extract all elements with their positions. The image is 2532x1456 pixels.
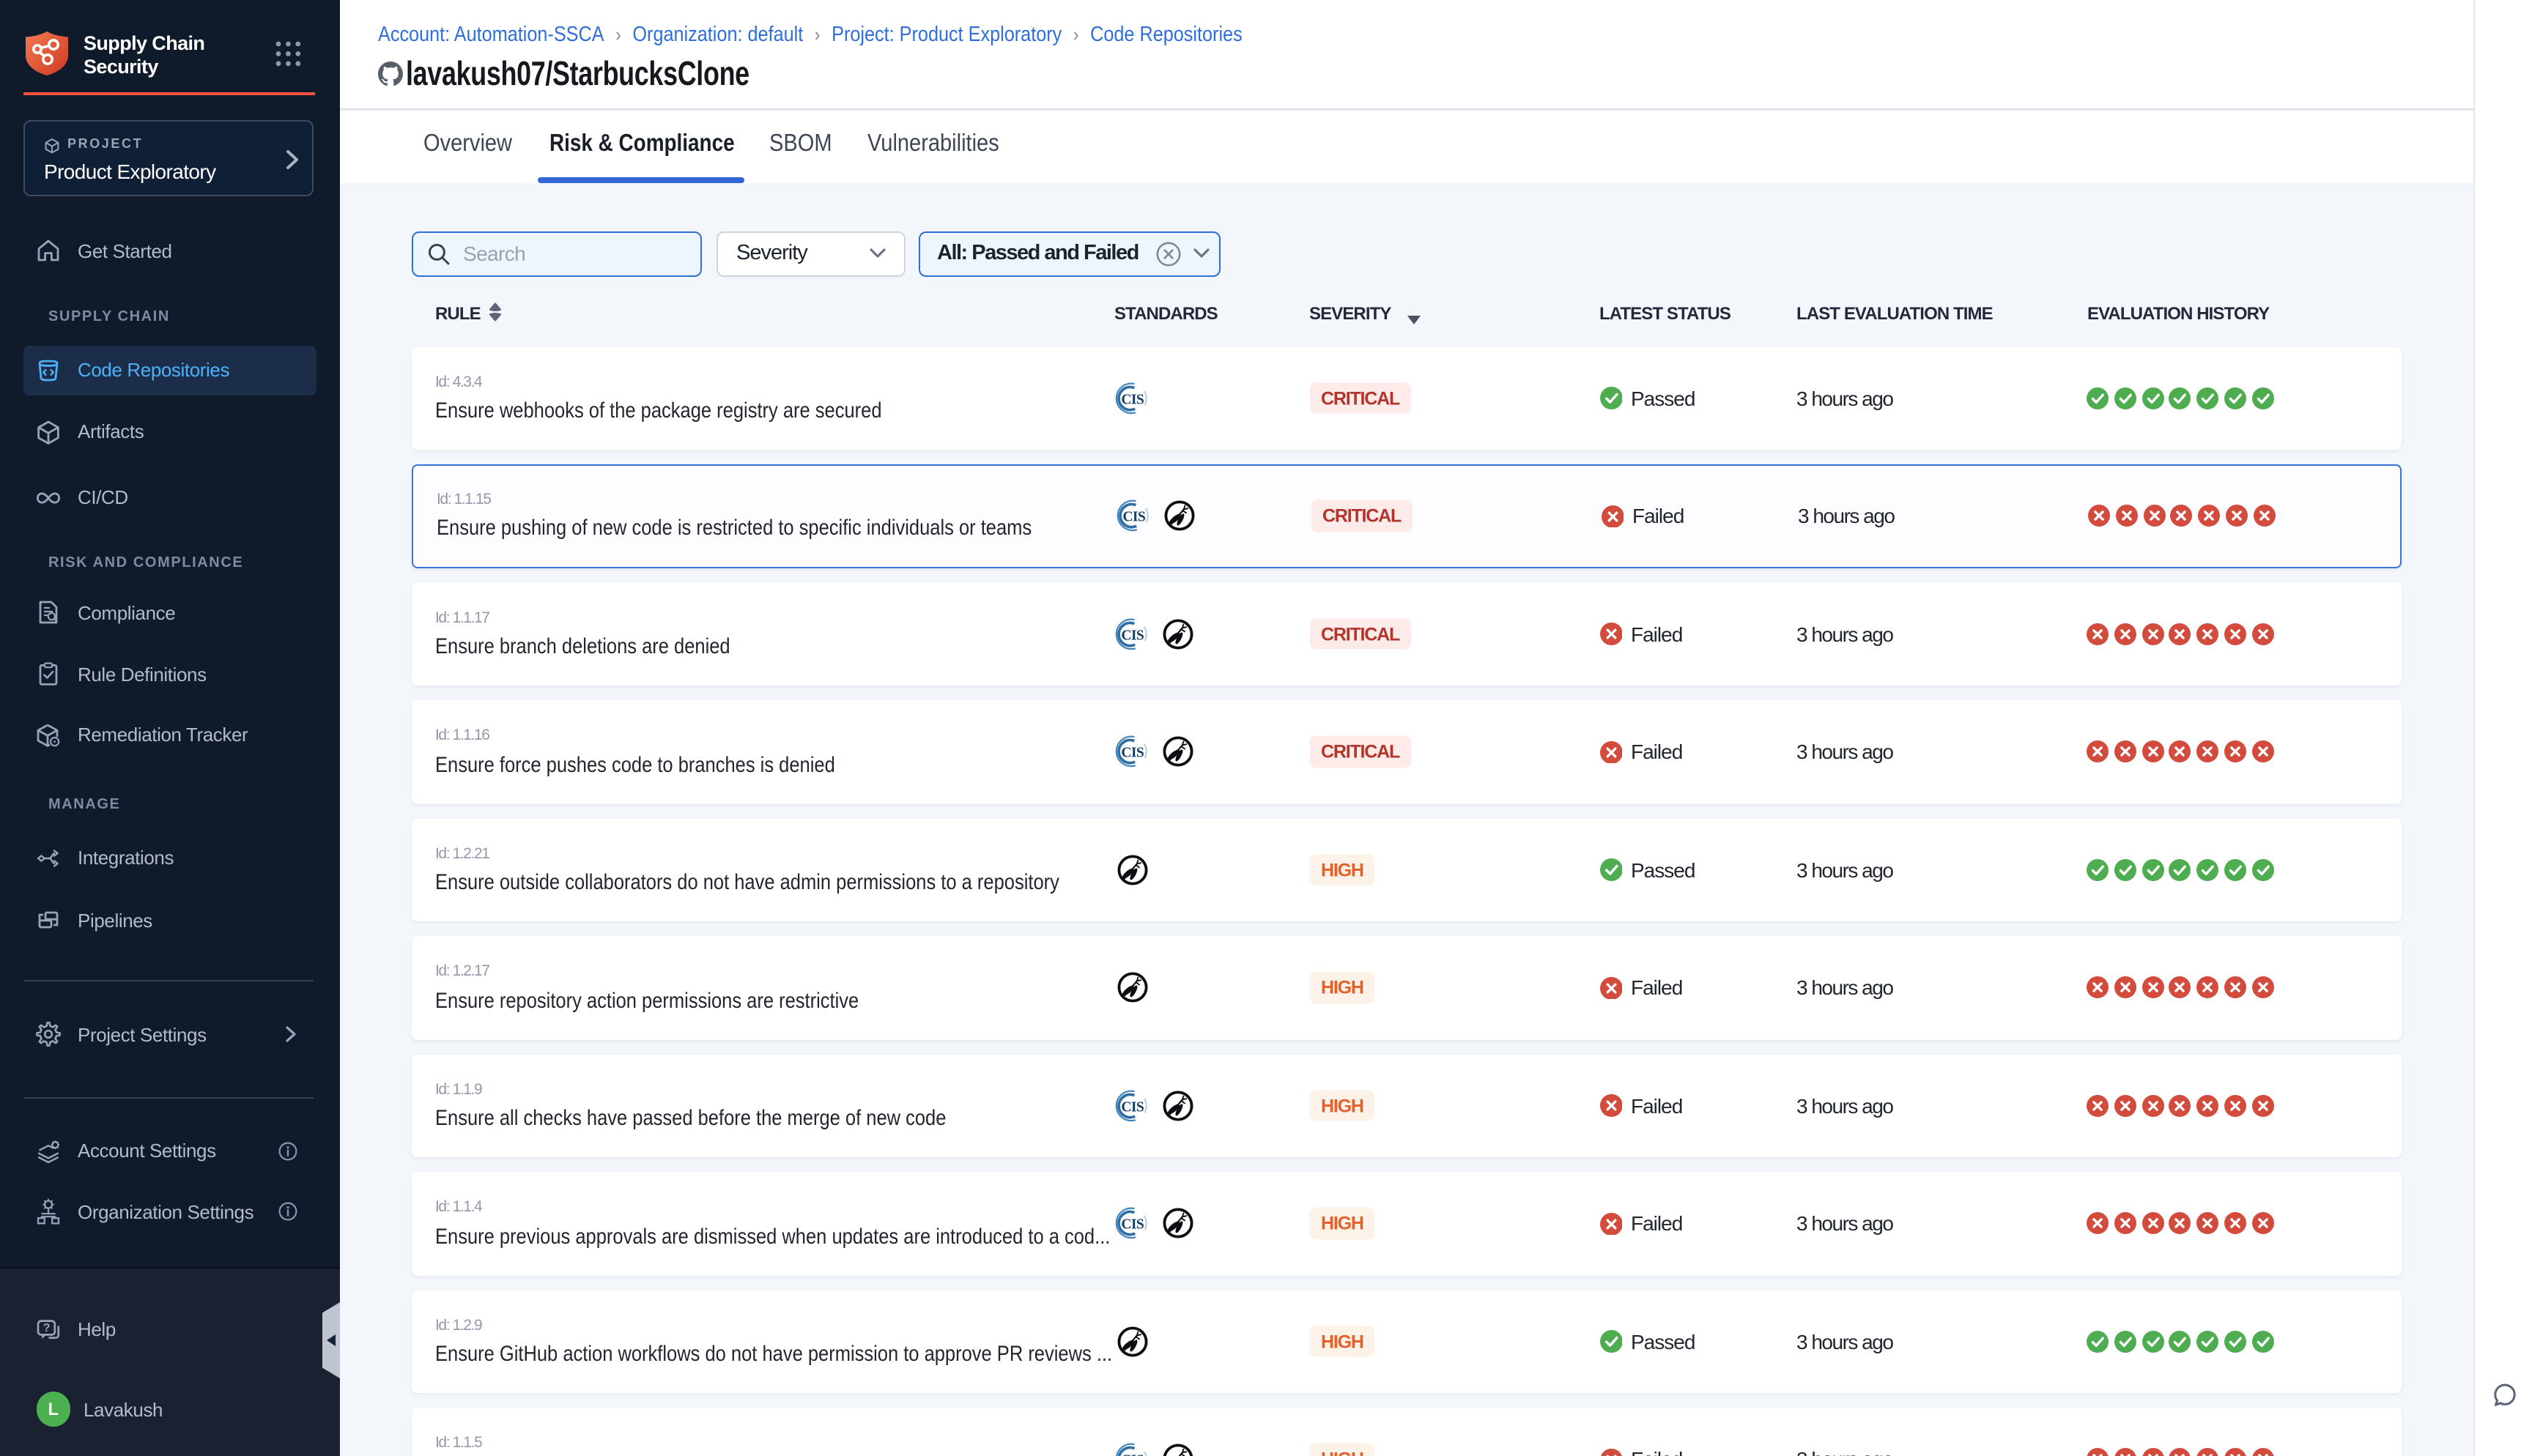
- svg-text:?: ?: [43, 1321, 50, 1334]
- svg-text:CIS: CIS: [1120, 392, 1144, 407]
- svg-text:CIS: CIS: [1120, 628, 1144, 643]
- svg-text:CIS: CIS: [1120, 1453, 1144, 1456]
- svg-text:CIS: CIS: [1120, 746, 1144, 761]
- svg-text:CIS: CIS: [1120, 1217, 1144, 1233]
- svg-text:CIS: CIS: [1122, 510, 1145, 525]
- svg-text:CIS: CIS: [1120, 1099, 1144, 1115]
